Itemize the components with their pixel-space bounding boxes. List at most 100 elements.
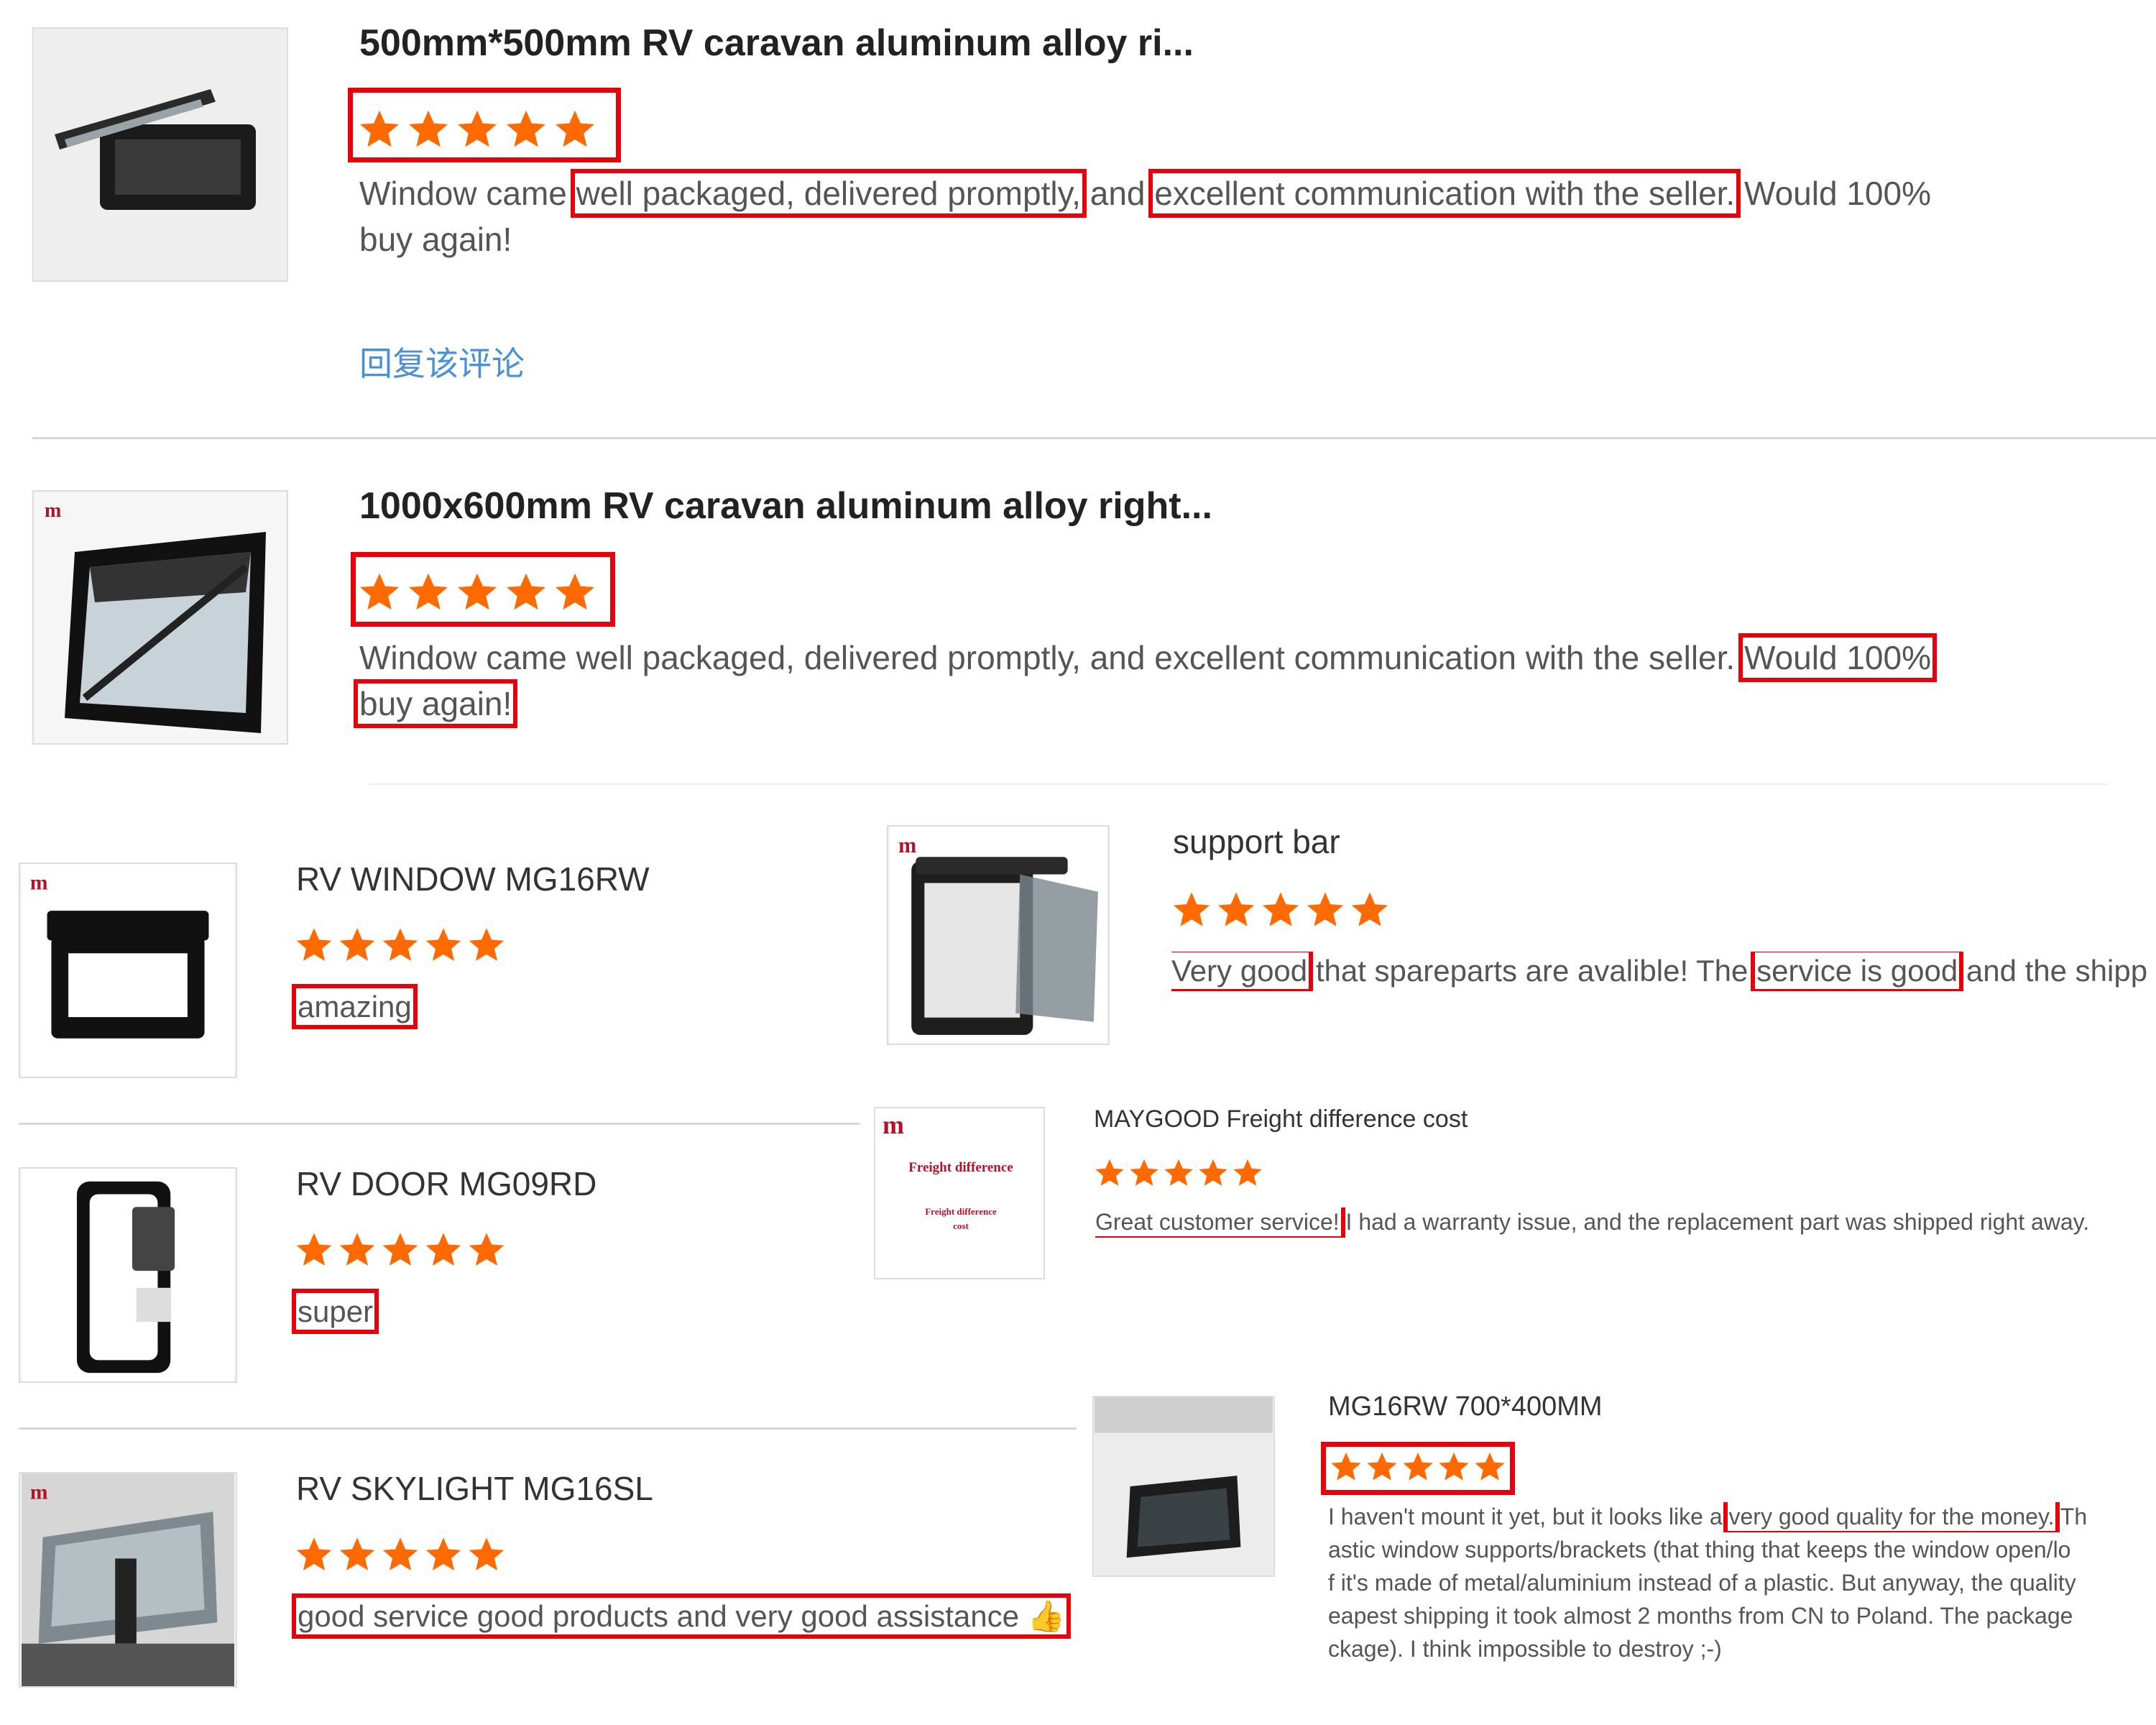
review-text-line2: buy again! [353, 679, 518, 728]
product-title[interactable]: support bar [1173, 822, 1340, 861]
rating-stars [295, 1535, 506, 1574]
rating-stars [1094, 1157, 1263, 1189]
star-icon [467, 1535, 506, 1574]
brand-logo: m [30, 872, 48, 895]
highlighted-phrase: amazing [292, 984, 418, 1029]
highlighted-phrase: excellent communication with the seller. [1148, 169, 1741, 218]
highlighted-phrase: buy again! [353, 679, 518, 728]
star-icon [1163, 1157, 1194, 1189]
highlight-box [1321, 1442, 1515, 1495]
reply-link[interactable]: 回复该评论 [359, 338, 525, 385]
review-text: I haven't mount it yet, but it looks lik… [1328, 1502, 2155, 1532]
star-icon [467, 926, 506, 965]
star-icon [381, 1230, 420, 1269]
review-text-segment: I haven't mount it yet, but it looks lik… [1328, 1504, 1729, 1530]
review-text-line: eapest shipping it took almost 2 months … [1328, 1603, 2073, 1629]
review-text-segment: Window came well packaged, delivered pro… [359, 639, 1736, 676]
door-product-icon [22, 1169, 234, 1381]
rating-stars [295, 1230, 506, 1269]
brand-logo: m [883, 1110, 904, 1139]
product-title[interactable]: RV SKYLIGHT MG16SL [296, 1469, 653, 1508]
window-product-icon: m [890, 827, 1107, 1044]
highlighted-phrase: well packaged, delivered promptly, [570, 169, 1087, 218]
product-thumbnail[interactable]: m [1092, 1396, 1275, 1577]
product-thumbnail[interactable]: m Freight difference Freight difference … [874, 1107, 1045, 1279]
rating-stars [1171, 890, 1390, 930]
star-icon [295, 926, 333, 965]
star-icon [295, 1535, 333, 1574]
highlighted-phrase: Very good [1171, 952, 1314, 991]
star-icon [1261, 890, 1301, 930]
star-icon [381, 1535, 420, 1574]
review-text: Window came well packaged, delivered pro… [359, 169, 1931, 218]
highlighted-phrase: Would 100% [1738, 633, 1937, 682]
highlighted-phrase: good service good products and very good… [292, 1593, 1071, 1639]
window-product-icon [34, 29, 286, 280]
product-thumbnail[interactable] [32, 27, 288, 282]
divider [19, 1123, 860, 1125]
review-text-segment: and [1080, 175, 1155, 212]
product-title[interactable]: RV DOOR MG09RD [296, 1164, 596, 1203]
divider [369, 783, 2109, 785]
window-product-icon: m [22, 864, 234, 1077]
brand-logo: m [45, 500, 61, 522]
review-text-line: astic window supports/brackets (that thi… [1328, 1537, 2071, 1563]
star-icon [338, 1230, 377, 1269]
star-icon [1350, 890, 1390, 930]
product-thumbnail[interactable]: m [19, 1472, 237, 1688]
review-text-segment: Would 100% [1735, 175, 1931, 212]
star-icon [338, 926, 377, 965]
divider [32, 437, 2156, 439]
review-text-line: f it's made of metal/aluminium instead o… [1328, 1570, 2076, 1596]
review-text: super [291, 1289, 379, 1334]
star-icon [1216, 890, 1256, 930]
star-icon [424, 1230, 463, 1269]
thumb-caption: Freight difference [908, 1160, 1013, 1175]
product-title[interactable]: MG16RW 700*400MM [1328, 1392, 1603, 1422]
brand-logo: m [30, 1481, 48, 1504]
star-icon [381, 926, 420, 965]
star-icon [1232, 1157, 1263, 1189]
highlighted-phrase: Great customer service! [1095, 1208, 1345, 1238]
star-icon [1171, 890, 1212, 930]
star-icon [1305, 890, 1345, 930]
review-text-segment: that spareparts are avalible! The [1307, 954, 1757, 988]
product-title[interactable]: 1000x600mm RV caravan aluminum alloy rig… [359, 484, 1212, 528]
star-icon [1197, 1157, 1229, 1189]
product-thumbnail[interactable]: m [32, 490, 288, 745]
divider [19, 1427, 1077, 1430]
star-icon [1094, 1157, 1125, 1189]
window-product-icon: m [34, 492, 286, 743]
star-icon [467, 1230, 506, 1269]
review-text: Very good that spareparts are avalible! … [1171, 952, 2150, 991]
skylight-product-icon: m [22, 1473, 234, 1686]
highlighted-phrase: very good quality for the money. [1723, 1502, 2060, 1532]
review-text: amazing [292, 984, 418, 1029]
star-icon [338, 1535, 377, 1574]
review-text: good service good products and very good… [292, 1593, 1071, 1639]
rating-stars [295, 926, 506, 965]
product-thumbnail[interactable] [19, 1167, 237, 1383]
product-title[interactable]: RV WINDOW MG16RW [296, 860, 650, 898]
star-icon [1128, 1157, 1160, 1189]
highlight-box [348, 88, 621, 162]
highlight-box [351, 552, 615, 627]
product-thumbnail[interactable]: m [887, 825, 1110, 1045]
product-title[interactable]: 500mm*500mm RV caravan aluminum alloy ri… [359, 22, 1194, 65]
star-icon [424, 1535, 463, 1574]
star-icon [295, 1230, 333, 1269]
review-text-segment: Th [2054, 1504, 2088, 1530]
review-text-line2: buy again! [359, 221, 512, 258]
window-product-icon: m [1095, 1397, 1273, 1576]
highlighted-phrase: super [291, 1289, 379, 1334]
review-text: Window came well packaged, delivered pro… [359, 633, 1937, 682]
thumb-caption-small: cost [953, 1220, 969, 1231]
review-text-line: ckage). I think impossible to destroy ;-… [1328, 1636, 1722, 1662]
review-text: Great customer service! I had a warranty… [1095, 1208, 2145, 1238]
brand-logo: m [898, 833, 916, 857]
highlighted-phrase: service is good [1751, 952, 1964, 991]
product-title[interactable]: MAYGOOD Freight difference cost [1094, 1105, 1468, 1133]
product-thumbnail[interactable]: m [19, 862, 237, 1078]
thumb-caption-small: Freight difference [925, 1206, 997, 1217]
review-text-segment: and the shipp [1958, 954, 2148, 988]
